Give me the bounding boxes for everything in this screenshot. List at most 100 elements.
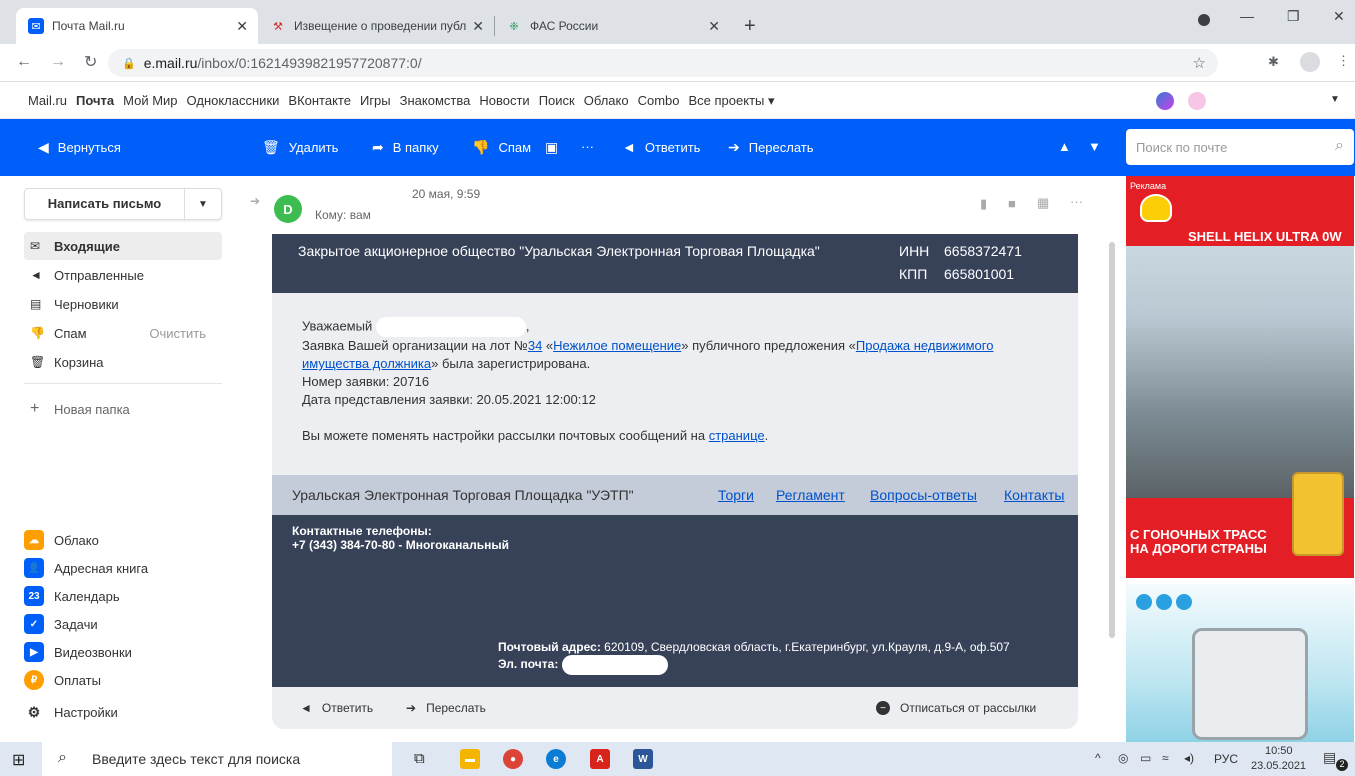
settings-page-link[interactable]: странице bbox=[709, 428, 765, 443]
profile-dot-icon[interactable] bbox=[1198, 14, 1210, 26]
windows-start-icon[interactable]: ⊞ bbox=[12, 750, 25, 770]
divider bbox=[24, 383, 222, 384]
back-arrow-icon[interactable]: ← bbox=[16, 53, 32, 71]
tray-date[interactable]: 23.05.2021 bbox=[1251, 760, 1306, 772]
reply-button[interactable]: ◄ Ответить bbox=[622, 139, 700, 155]
account-avatar-icon[interactable] bbox=[1300, 52, 1320, 72]
folder-spam[interactable]: 👎 Спам Очистить bbox=[24, 319, 222, 347]
menu-dots-icon[interactable]: ⋮ bbox=[1337, 53, 1350, 69]
tray-battery-icon[interactable]: ▭ bbox=[1140, 751, 1151, 765]
close-icon[interactable]: ✕ bbox=[236, 18, 248, 35]
close-window-icon[interactable]: ✕ bbox=[1333, 8, 1345, 25]
service-cloud[interactable]: ☁ Облако bbox=[24, 529, 99, 551]
forward-action-button[interactable]: ➔ Переслать bbox=[406, 701, 486, 715]
service-addressbook[interactable]: 👤 Адресная книга bbox=[24, 557, 148, 579]
portal-link[interactable]: Одноклассники bbox=[187, 93, 280, 108]
forward-arrow-icon[interactable]: → bbox=[50, 53, 66, 71]
tab-fas[interactable]: ❉ ФАС России ✕ bbox=[494, 8, 730, 44]
inn-label: ИНН bbox=[899, 243, 930, 259]
portal-link-mail[interactable]: Почта bbox=[76, 93, 114, 108]
clear-spam-button[interactable]: Очистить bbox=[149, 326, 206, 341]
taskbar-search-input[interactable]: ⌕ Введите здесь текст для поиска bbox=[42, 742, 392, 776]
chrome-icon[interactable]: ● bbox=[503, 749, 523, 769]
footer-link-faq[interactable]: Вопросы-ответы bbox=[870, 487, 977, 503]
calendar-add-icon[interactable]: ▦ bbox=[1037, 195, 1049, 211]
folder-sent[interactable]: ◄ Отправленные bbox=[24, 261, 222, 289]
star-icon[interactable]: ☆ bbox=[1193, 54, 1206, 72]
video-icon[interactable]: ■ bbox=[1008, 196, 1016, 211]
reload-icon[interactable]: ↻ bbox=[84, 52, 97, 72]
tray-volume-icon[interactable]: ◂) bbox=[1184, 751, 1194, 765]
task-view-icon[interactable]: ⧉ bbox=[414, 750, 425, 767]
portal-link[interactable]: Облако bbox=[584, 93, 629, 108]
tray-time[interactable]: 10:50 bbox=[1265, 745, 1293, 757]
tray-network-icon[interactable]: ◎ bbox=[1118, 751, 1128, 765]
chevron-down-icon[interactable]: ▼ bbox=[1330, 94, 1340, 105]
portal-link[interactable]: Mail.ru bbox=[28, 93, 67, 108]
portal-link[interactable]: Игры bbox=[360, 93, 391, 108]
new-tab-button[interactable]: + bbox=[732, 8, 762, 44]
portal-link[interactable]: Знакомства bbox=[400, 93, 471, 108]
folder-inbox[interactable]: ✉ Входящие bbox=[24, 232, 222, 260]
tray-language[interactable]: РУС bbox=[1214, 752, 1238, 766]
folder-trash[interactable]: 🗑 Корзина bbox=[24, 348, 222, 376]
restore-icon[interactable]: ❐ bbox=[1287, 8, 1300, 25]
forward-button[interactable]: ➔ Переслать bbox=[728, 139, 814, 156]
portal-link[interactable]: Новости bbox=[479, 93, 529, 108]
more-button[interactable]: ··· bbox=[581, 139, 594, 154]
footer-link-reglament[interactable]: Регламент bbox=[776, 487, 845, 503]
footer-link-contacts[interactable]: Контакты bbox=[1004, 487, 1064, 503]
close-icon[interactable]: ✕ bbox=[708, 18, 720, 35]
acrobat-icon[interactable]: A bbox=[590, 749, 610, 769]
trash-icon: 🗑 bbox=[30, 355, 46, 369]
service-payments[interactable]: ₽ Оплаты bbox=[24, 669, 101, 691]
close-icon[interactable]: ✕ bbox=[472, 18, 484, 35]
message-view: ➔ D 20 мая, 9:59 Кому: вам ▮ ■ ▦ ··· Зак… bbox=[240, 176, 1120, 742]
next-message-button[interactable]: ▼ bbox=[1088, 139, 1101, 154]
url-input[interactable]: 🔒 e.mail.ru/inbox/0:16214939821957720877… bbox=[108, 49, 1218, 77]
archive-button[interactable]: ▣ bbox=[545, 139, 567, 156]
notifications-icon[interactable]: ▤ bbox=[1323, 749, 1336, 766]
tray-chevron-icon[interactable]: ^ bbox=[1095, 751, 1101, 765]
tab-notice[interactable]: ⚒ Извещение о проведении публ ✕ bbox=[258, 8, 494, 44]
reply-action-button[interactable]: ◄ Ответить bbox=[300, 701, 373, 715]
portal-link[interactable]: Поиск bbox=[539, 93, 575, 108]
scrollbar[interactable] bbox=[1109, 242, 1115, 638]
service-video[interactable]: ▶ Видеозвонки bbox=[24, 641, 132, 663]
compose-button[interactable]: Написать письмо ▼ bbox=[24, 188, 222, 220]
lot-number-link[interactable]: 34 bbox=[528, 338, 542, 353]
service-tasks[interactable]: ✓ Задачи bbox=[24, 613, 98, 635]
mail-search-input[interactable]: Поиск по почте ⌕ bbox=[1126, 129, 1354, 165]
lot-name-link[interactable]: Нежилое помещение bbox=[553, 338, 681, 353]
file-explorer-icon[interactable]: ▬ bbox=[460, 749, 480, 769]
extensions-icon[interactable]: ✱ bbox=[1268, 54, 1279, 70]
delete-button[interactable]: 🗑 Удалить bbox=[262, 139, 338, 156]
bookmark-icon[interactable]: ▮ bbox=[980, 196, 987, 212]
tab-mail[interactable]: ✉ Почта Mail.ru ✕ bbox=[16, 8, 258, 44]
unsubscribe-button[interactable]: − Отписаться от рассылки bbox=[876, 701, 1036, 715]
edge-icon[interactable]: e bbox=[546, 749, 566, 769]
ad-banner[interactable]: Реклама SHELL HELIX ULTRA 0W С ГОНОЧНЫХ … bbox=[1122, 176, 1355, 742]
footer-link-torgi[interactable]: Торги bbox=[718, 487, 754, 503]
portal-link[interactable]: ВКонтакте bbox=[288, 93, 351, 108]
word-icon[interactable]: W bbox=[633, 749, 653, 769]
chevron-down-icon[interactable]: ▼ bbox=[185, 199, 221, 210]
portal-link[interactable]: Мой Мир bbox=[123, 93, 177, 108]
marusia-icon[interactable] bbox=[1156, 92, 1174, 110]
minimize-icon[interactable]: — bbox=[1240, 8, 1254, 24]
more-icon[interactable]: ··· bbox=[1070, 194, 1083, 209]
service-calendar[interactable]: 23 Календарь bbox=[24, 585, 120, 607]
sender-avatar[interactable]: D bbox=[274, 195, 302, 223]
move-to-folder-button[interactable]: ➦ В папку bbox=[372, 139, 439, 156]
new-folder-button[interactable]: + Новая папка bbox=[24, 395, 222, 423]
folder-drafts[interactable]: ▤ Черновики bbox=[24, 290, 222, 318]
user-avatar-icon[interactable] bbox=[1188, 92, 1206, 110]
portal-link[interactable]: Все проекты ▾ bbox=[689, 93, 775, 109]
prev-message-button[interactable]: ▲ bbox=[1058, 139, 1071, 154]
settings-button[interactable]: ⚙ Настройки bbox=[24, 701, 118, 723]
spam-button[interactable]: 👎 Спам bbox=[472, 139, 531, 156]
tray-wifi-icon[interactable]: ≈ bbox=[1162, 751, 1169, 765]
portal-link[interactable]: Combo bbox=[638, 93, 680, 108]
ad2-logo-icon bbox=[1136, 594, 1152, 610]
back-button[interactable]: ◀ Вернуться bbox=[38, 139, 121, 156]
